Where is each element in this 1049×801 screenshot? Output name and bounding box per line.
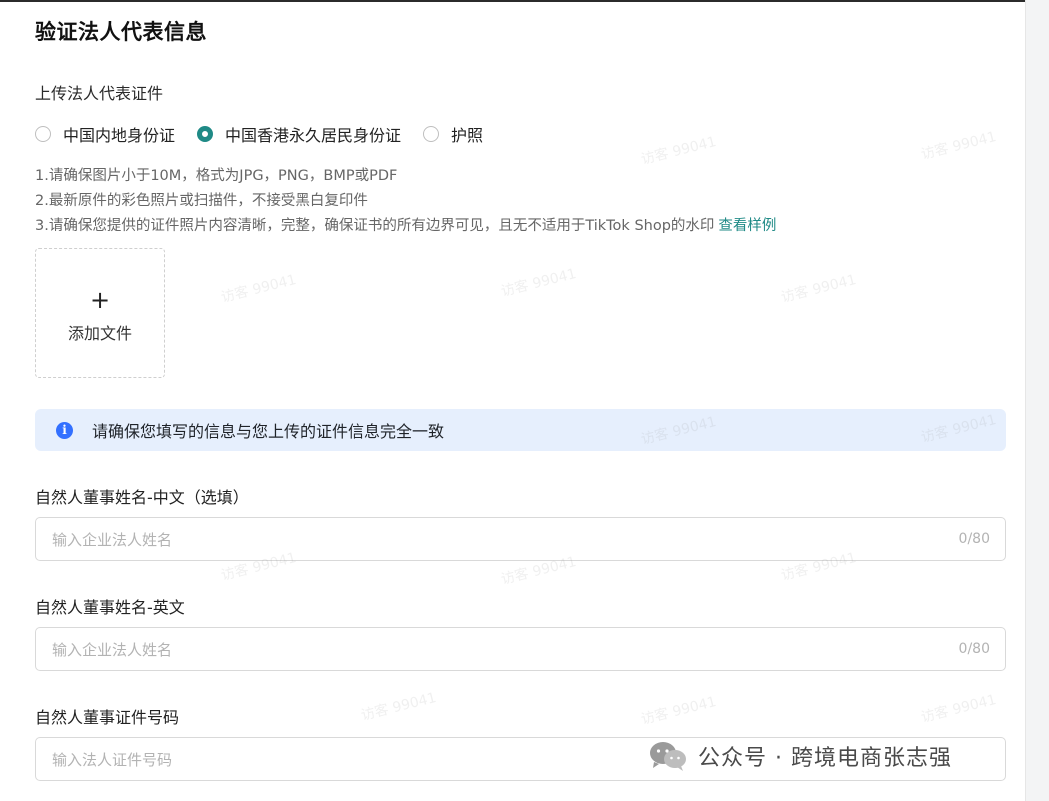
watermark: 访客 99041: [499, 265, 579, 301]
top-border: [0, 0, 1025, 2]
watermark: 访客 99041: [779, 271, 859, 307]
name-en-char-count: 0/80: [958, 641, 990, 657]
name-cn-input[interactable]: 输入企业法人姓名 0/80: [35, 517, 1006, 561]
id-number-label: 自然人董事证件号码: [35, 708, 180, 727]
radio-checked-icon[interactable]: [197, 126, 214, 142]
name-en-placeholder: 输入企业法人姓名: [52, 640, 173, 659]
watermark: 访客 99041: [219, 271, 299, 307]
add-file-button[interactable]: + 添加文件: [35, 248, 165, 378]
view-example-link[interactable]: 查看样例: [718, 218, 776, 234]
name-en-input[interactable]: 输入企业法人姓名 0/80: [35, 627, 1006, 671]
radio-label: 中国香港永久居民身份证: [225, 126, 402, 145]
upload-section-label: 上传法人代表证件: [35, 84, 164, 103]
name-cn-label: 自然人董事姓名-中文（选填）: [35, 488, 249, 507]
hint-line-2: 2.最新原件的彩色照片或扫描件，不接受黑白复印件: [35, 193, 368, 209]
upload-hints: 1.请确保图片小于10M，格式为JPG，PNG，BMP或PDF 2.最新原件的彩…: [35, 164, 776, 239]
info-icon: i: [56, 421, 73, 439]
notice-text: 请确保您填写的信息与您上传的证件信息完全一致: [92, 422, 445, 441]
name-cn-placeholder: 输入企业法人姓名: [52, 530, 173, 549]
hint-line-3-text: 3.请确保您提供的证件照片内容清晰，完整，确保证书的所有边界可见，且无不适用于T…: [35, 218, 715, 234]
plus-icon: +: [89, 286, 111, 314]
radio-circle-icon[interactable]: [423, 126, 440, 142]
watermark: 访客 99041: [359, 689, 439, 725]
footer-watermark-text: 公众号 · 跨境电商张志强: [698, 746, 952, 771]
wechat-footer-watermark: 公众号 · 跨境电商张志强: [648, 740, 952, 772]
watermark: 访客 99041: [919, 691, 999, 727]
radio-circle-icon[interactable]: [35, 126, 51, 142]
hint-line-1: 1.请确保图片小于10M，格式为JPG，PNG，BMP或PDF: [35, 168, 398, 184]
form-panel: 验证法人代表信息 上传法人代表证件 中国内地身份证 中国香港永久居民身份证 护照…: [0, 0, 1026, 801]
hint-line-3: 3.请确保您提供的证件照片内容清晰，完整，确保证书的所有边界可见，且无不适用于T…: [35, 214, 776, 239]
info-notice: i 请确保您填写的信息与您上传的证件信息完全一致: [35, 409, 1006, 451]
radio-label: 护照: [451, 126, 484, 145]
radio-hk-permanent-id[interactable]: 中国香港永久居民身份证: [197, 122, 401, 146]
id-number-placeholder: 输入法人证件号码: [52, 750, 173, 769]
id-type-radio-group: 中国内地身份证 中国香港永久居民身份证 护照: [35, 122, 505, 146]
radio-passport[interactable]: 护照: [423, 122, 483, 146]
watermark: 访客 99041: [919, 128, 999, 164]
wechat-icon: [650, 742, 686, 771]
page-title: 验证法人代表信息: [35, 20, 207, 44]
add-file-label: 添加文件: [67, 324, 132, 343]
radio-label: 中国内地身份证: [63, 126, 176, 145]
name-cn-char-count: 0/80: [958, 531, 990, 547]
watermark: 访客 99041: [639, 693, 719, 729]
radio-mainland-id[interactable]: 中国内地身份证: [35, 122, 175, 146]
name-en-label: 自然人董事姓名-英文: [35, 598, 185, 617]
